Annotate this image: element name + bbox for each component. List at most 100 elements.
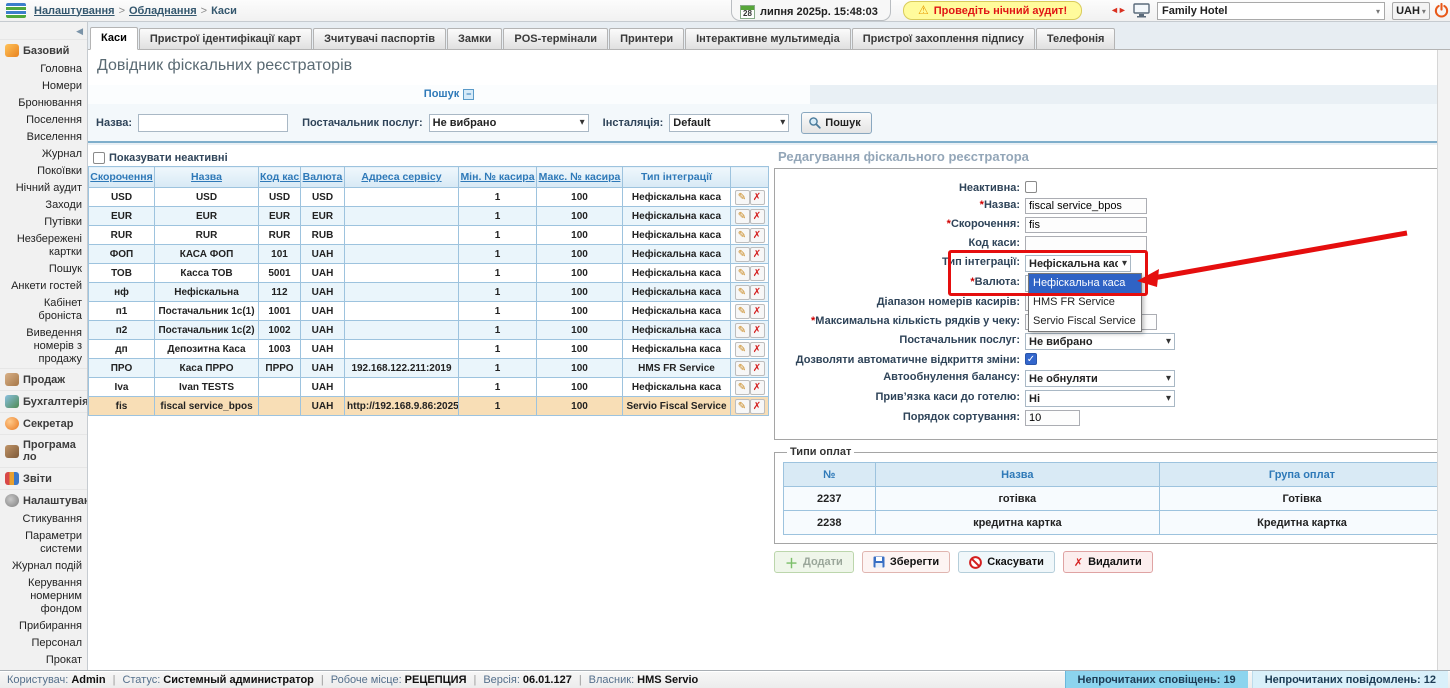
table-row[interactable]: п2Постачальник 1с(2)1002UAH1100Нефіскаль… (89, 321, 769, 340)
table-row[interactable]: ПРОКаса ПРРОПРРОUAH192.168.122.211:20191… (89, 359, 769, 378)
delete-row-icon[interactable] (750, 361, 765, 376)
scroll-gutter[interactable] (1437, 50, 1450, 670)
edit-row-icon[interactable] (735, 247, 750, 262)
integration-type-select[interactable]: Нефіскальна каса (1025, 255, 1131, 272)
app-menu-icon[interactable] (6, 3, 26, 18)
edit-row-icon[interactable] (735, 304, 750, 319)
breadcrumb-item[interactable]: Налаштування (34, 5, 115, 17)
sort-link[interactable]: Мін. № касира (460, 171, 534, 183)
sidebar-item-Параметри системи[interactable]: Параметри системи (0, 528, 87, 558)
sidebar-item-Нічний аудит[interactable]: Нічний аудит (0, 180, 87, 197)
name-input[interactable] (1025, 198, 1147, 214)
edit-row-icon[interactable] (735, 209, 750, 224)
table-row[interactable]: fisfiscal service_bposUAHhttp://192.168.… (89, 397, 769, 416)
collapse-minus-icon[interactable] (463, 89, 474, 100)
tab-Телефонія[interactable]: Телефонія (1036, 28, 1116, 49)
cancel-button[interactable]: Скасувати (958, 551, 1055, 573)
dropdown-option[interactable]: Servio Fiscal Service (1029, 312, 1141, 331)
table-row[interactable]: нфНефіскальна112UAH1100Нефіскальна каса (89, 283, 769, 302)
sidebar-collapse-icon[interactable] (0, 22, 87, 39)
tab-Пристрої захоплення підпису[interactable]: Пристрої захоплення підпису (852, 28, 1035, 49)
date-widget[interactable]: 28 липня 2025р. 15:48:03 (731, 0, 891, 21)
tab-Каси[interactable]: Каси (90, 27, 138, 50)
search-panel-toggle[interactable]: Пошук (88, 85, 810, 104)
delete-row-icon[interactable] (750, 399, 765, 414)
delete-button[interactable]: ✗ Видалити (1063, 551, 1153, 573)
sidebar-item-Персонал[interactable]: Персонал (0, 635, 87, 652)
save-button[interactable]: Зберегти (862, 551, 950, 573)
tab-Пристрої ідентифікації карт[interactable]: Пристрої ідентифікації карт (139, 28, 312, 49)
column-header[interactable]: Адреса сервісу (345, 167, 459, 188)
add-button[interactable]: ＋ Додати (774, 551, 854, 573)
sidebar-item-Прокат[interactable]: Прокат (0, 652, 87, 669)
delete-row-icon[interactable] (750, 247, 765, 262)
sidebar-item-Путівки[interactable]: Путівки (0, 214, 87, 231)
column-header[interactable]: Валюта (301, 167, 345, 188)
dropdown-option[interactable]: HMS FR Service (1029, 293, 1141, 312)
sort-link[interactable]: Валюта (303, 171, 343, 183)
sidebar-section-Продаж[interactable]: Продаж (0, 368, 87, 390)
sort-link[interactable]: Адреса сервісу (361, 171, 441, 183)
sidebar-item-Головна[interactable]: Головна (0, 61, 87, 78)
auto-reset-select[interactable]: Не обнуляти (1025, 370, 1175, 387)
search-provider-select[interactable]: Не вибрано (429, 114, 589, 132)
search-installation-select[interactable]: Default (669, 114, 789, 132)
shortcut-input[interactable] (1025, 217, 1147, 233)
delete-row-icon[interactable] (750, 380, 765, 395)
sidebar-item-Журнал[interactable]: Журнал (0, 146, 87, 163)
edit-row-icon[interactable] (735, 342, 750, 357)
sidebar-item-Виселення[interactable]: Виселення (0, 129, 87, 146)
sidebar-item-Бронювання[interactable]: Бронювання (0, 95, 87, 112)
sidebar-item-Анкети гостей[interactable]: Анкети гостей (0, 278, 87, 295)
edit-row-icon[interactable] (735, 285, 750, 300)
delete-row-icon[interactable] (750, 190, 765, 205)
sidebar-section-Бухгалтерія[interactable]: Бухгалтерія (0, 390, 87, 412)
sidebar-item-Заходи[interactable]: Заходи (0, 197, 87, 214)
table-row[interactable]: ФОПКАСА ФОП101UAH1100Нефіскальна каса (89, 245, 769, 264)
sidebar-item-Незбережені картки[interactable]: Незбережені картки (0, 231, 87, 261)
payment-row[interactable]: 2238кредитна карткаКредитна картка (784, 511, 1450, 535)
tab-Принтери[interactable]: Принтери (609, 28, 684, 49)
sort-order-input[interactable] (1025, 410, 1080, 426)
swap-arrows-icon[interactable] (1110, 5, 1126, 15)
edit-row-icon[interactable] (735, 361, 750, 376)
delete-row-icon[interactable] (750, 285, 765, 300)
sidebar-section-Секретар[interactable]: Секретар (0, 412, 87, 434)
sidebar-item-Прибирання[interactable]: Прибирання (0, 618, 87, 635)
hotel-select[interactable]: Family Hotel ▾ (1157, 2, 1385, 20)
tab-Замки[interactable]: Замки (447, 28, 502, 49)
edit-row-icon[interactable] (735, 228, 750, 243)
table-row[interactable]: дпДепозитна Каса1003UAH1100Нефіскальна к… (89, 340, 769, 359)
table-row[interactable]: IvaIvan TESTSUAH1100Нефіскальна каса (89, 378, 769, 397)
sort-link[interactable]: Макс. № касира (539, 171, 621, 183)
tab-POS-термінали[interactable]: POS-термінали (503, 28, 608, 49)
column-header[interactable]: Макс. № касира (537, 167, 623, 188)
edit-row-icon[interactable] (735, 323, 750, 338)
edit-row-icon[interactable] (735, 380, 750, 395)
column-header[interactable]: Скорочення (89, 167, 155, 188)
cash-code-input[interactable] (1025, 236, 1147, 252)
unread-messages-chip[interactable]: Непрочитаних повідомлень: 12 (1252, 671, 1448, 688)
unread-alerts-chip[interactable]: Непрочитаних сповіщень: 19 (1065, 671, 1248, 688)
sidebar-item-Виведення номерів з продажу[interactable]: Виведення номерів з продажу (0, 325, 87, 368)
sidebar-section-Базовий[interactable]: Базовий (0, 39, 87, 61)
sidebar-item-Пошук[interactable]: Пошук (0, 261, 87, 278)
logout-power-icon[interactable] (1434, 3, 1449, 18)
sidebar-item-Номери[interactable]: Номери (0, 78, 87, 95)
column-header[interactable]: Назва (155, 167, 259, 188)
table-row[interactable]: RURRURRURRUB1100Нефіскальна каса (89, 226, 769, 245)
column-header[interactable]: Мін. № касира (459, 167, 537, 188)
sidebar-section-Налаштуван[interactable]: Налаштуван (0, 489, 87, 511)
provider-select[interactable]: Не вибрано (1025, 333, 1175, 350)
delete-row-icon[interactable] (750, 304, 765, 319)
sidebar-item-Керування номерним фондом[interactable]: Керування номерним фондом (0, 575, 87, 618)
sidebar-section-Програма ло[interactable]: Програма ло (0, 434, 87, 467)
sidebar-item-Журнал подій[interactable]: Журнал подій (0, 558, 87, 575)
delete-row-icon[interactable] (750, 342, 765, 357)
auto-open-shift-checkbox[interactable] (1025, 353, 1037, 365)
search-name-input[interactable] (138, 114, 288, 132)
sort-link[interactable]: Скорочення (90, 171, 152, 183)
sidebar-item-Поселення[interactable]: Поселення (0, 112, 87, 129)
search-button[interactable]: Пошук (801, 112, 871, 134)
dropdown-option[interactable]: Нефіскальна каса (1029, 274, 1141, 293)
